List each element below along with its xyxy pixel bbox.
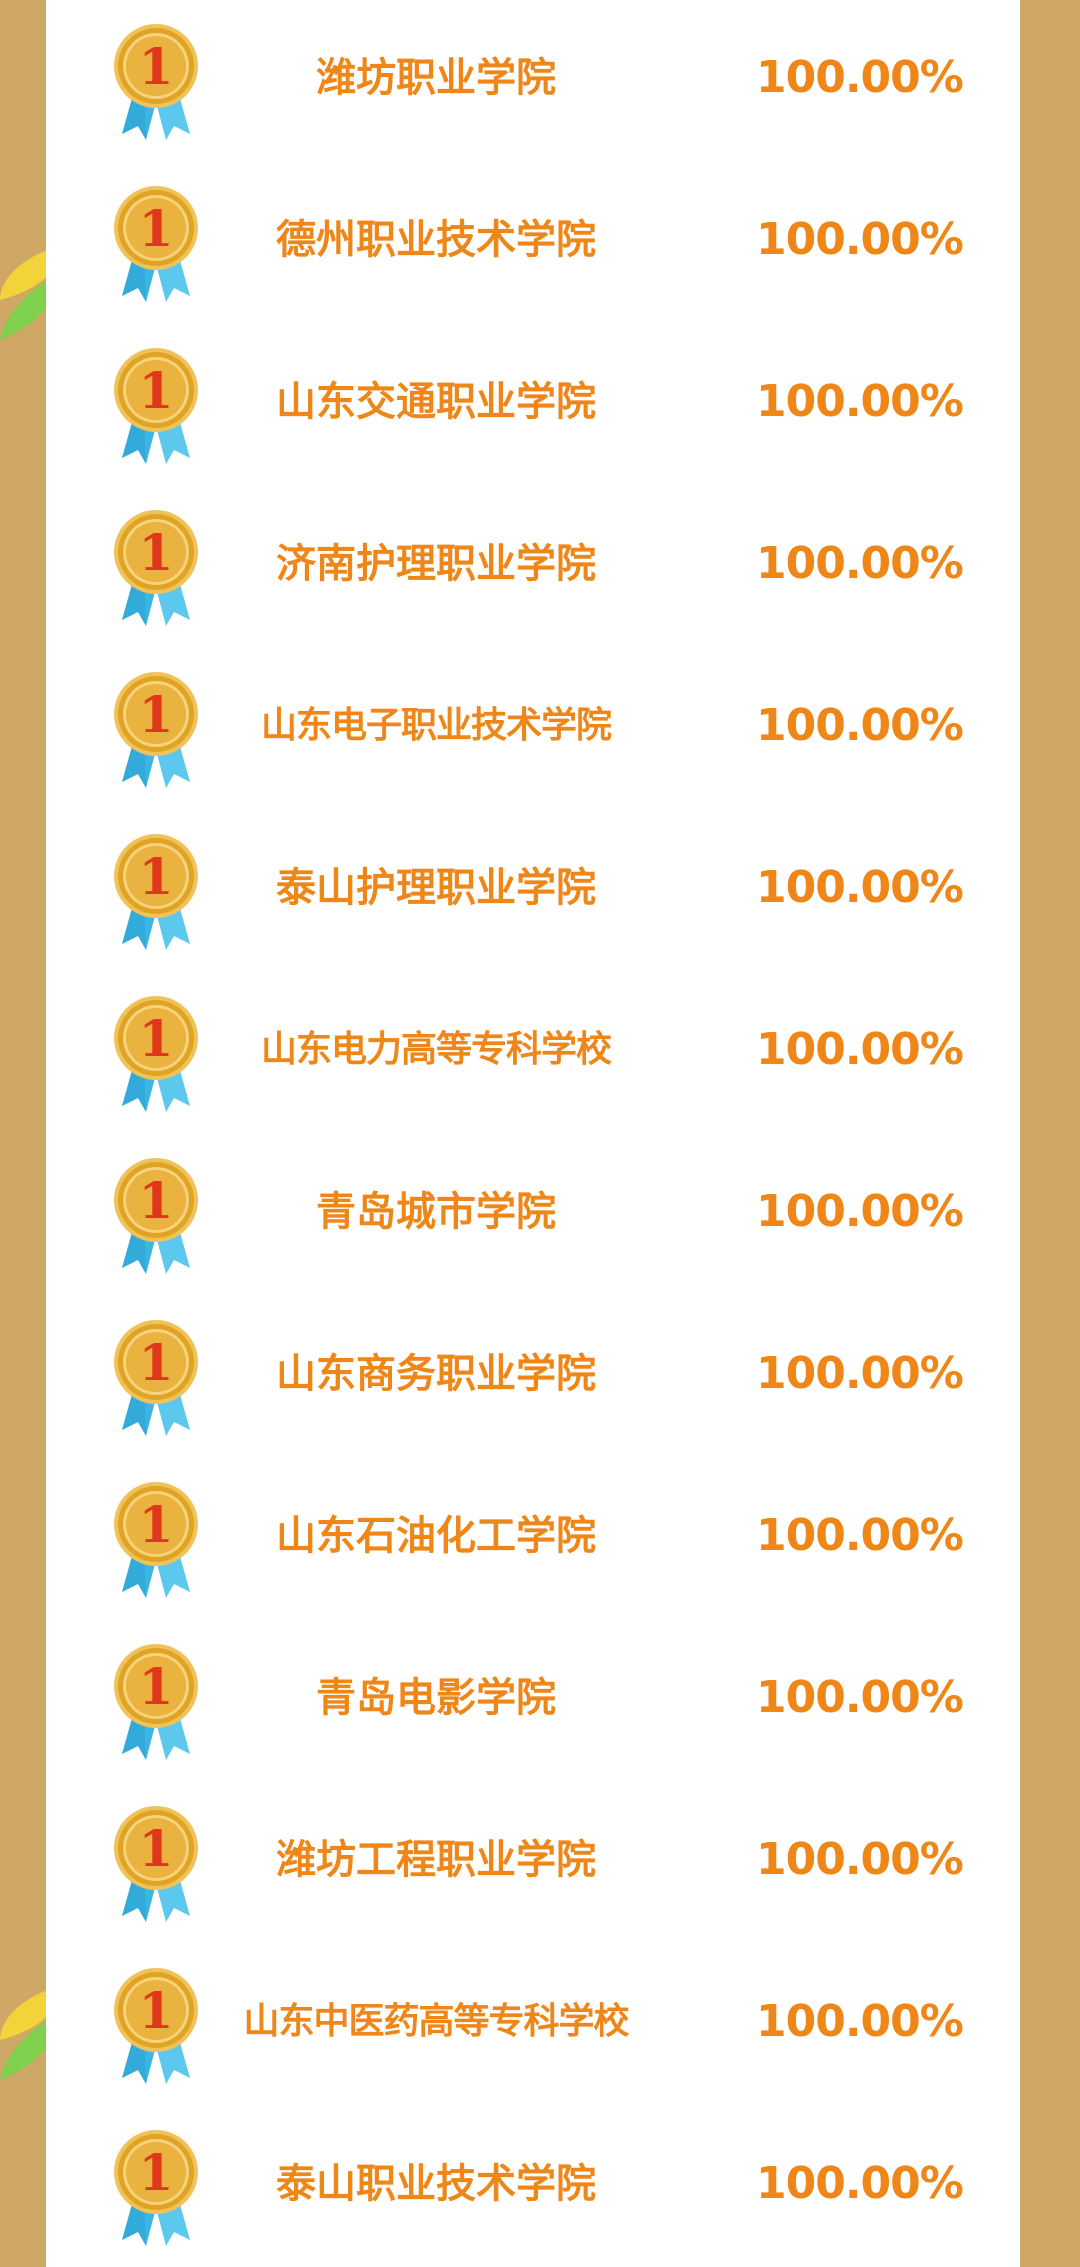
gold-medal-icon: 1 [114,24,198,140]
ranking-row: 1 德州职业技术学院 100.00% [46,184,1020,314]
svg-text:1: 1 [139,37,174,96]
ranking-row: 1 山东电力高等专科学校 100.00% [46,994,1020,1124]
svg-text:1: 1 [139,1171,174,1230]
school-name: 山东电力高等专科学校 [260,1029,612,1070]
school-name: 山东中医药高等专科学校 [243,2001,629,2042]
gold-medal-icon: 1 [114,1644,198,1760]
gold-medal-icon: 1 [114,1158,198,1274]
ranking-panel: 1 潍坊职业学院 100.00% 1 德州职业技术学院 100.00% 1 山东… [46,0,1020,2267]
pass-rate: 100.00% [756,376,964,427]
ranking-row: 1 潍坊工程职业学院 100.00% [46,1804,1020,1934]
svg-text:1: 1 [139,685,174,744]
gold-medal-icon: 1 [114,1482,198,1598]
school-name: 山东电子职业技术学院 [260,705,612,746]
svg-text:1: 1 [139,199,174,258]
school-name: 德州职业技术学院 [276,217,596,263]
gold-medal-icon: 1 [114,1320,198,1436]
ranking-row: 1 山东商务职业学院 100.00% [46,1318,1020,1448]
gold-medal-icon: 1 [114,2130,198,2246]
pass-rate: 100.00% [756,214,964,265]
leaf-decoration-icon [0,1990,48,2080]
gold-medal-icon: 1 [114,1806,198,1922]
school-name: 济南护理职业学院 [276,541,596,587]
pass-rate: 100.00% [756,1672,964,1723]
gold-medal-icon: 1 [114,186,198,302]
pass-rate: 100.00% [756,1834,964,1885]
svg-text:1: 1 [139,1495,174,1554]
svg-text:1: 1 [139,1981,174,2040]
svg-text:1: 1 [139,1657,174,1716]
pass-rate: 100.00% [756,2158,964,2209]
pass-rate: 100.00% [756,1186,964,1237]
school-name: 青岛电影学院 [316,1675,556,1721]
school-name: 山东商务职业学院 [276,1351,596,1397]
svg-text:1: 1 [139,1333,174,1392]
gold-medal-icon: 1 [114,834,198,950]
school-name: 山东交通职业学院 [276,379,596,425]
pass-rate: 100.00% [756,538,964,589]
ranking-row: 1 青岛城市学院 100.00% [46,1156,1020,1286]
school-name: 山东石油化工学院 [276,1513,596,1559]
ranking-row: 1 青岛电影学院 100.00% [46,1642,1020,1772]
leaf-decoration-icon [0,250,48,340]
svg-text:1: 1 [139,523,174,582]
svg-text:1: 1 [139,1819,174,1878]
ranking-row: 1 济南护理职业学院 100.00% [46,508,1020,638]
gold-medal-icon: 1 [114,672,198,788]
pass-rate: 100.00% [756,1996,964,2047]
ranking-row: 1 山东电子职业技术学院 100.00% [46,670,1020,800]
school-name: 青岛城市学院 [316,1189,556,1235]
pass-rate: 100.00% [756,1510,964,1561]
school-name: 泰山护理职业学院 [276,865,596,911]
svg-text:1: 1 [139,361,174,420]
gold-medal-icon: 1 [114,996,198,1112]
ranking-row: 1 山东交通职业学院 100.00% [46,346,1020,476]
pass-rate: 100.00% [756,1348,964,1399]
ranking-row: 1 泰山护理职业学院 100.00% [46,832,1020,962]
ranking-row: 1 山东中医药高等专科学校 100.00% [46,1966,1020,2096]
ranking-row: 1 潍坊职业学院 100.00% [46,22,1020,152]
svg-text:1: 1 [139,1009,174,1068]
pass-rate: 100.00% [756,862,964,913]
school-name: 泰山职业技术学院 [276,2161,596,2207]
ranking-row: 1 山东石油化工学院 100.00% [46,1480,1020,1610]
gold-medal-icon: 1 [114,1968,198,2084]
ranking-row: 1 泰山职业技术学院 100.00% [46,2128,1020,2258]
school-name: 潍坊工程职业学院 [276,1837,596,1883]
svg-text:1: 1 [139,2143,174,2202]
pass-rate: 100.00% [756,52,964,103]
pass-rate: 100.00% [756,700,964,751]
school-name: 潍坊职业学院 [316,55,556,101]
gold-medal-icon: 1 [114,348,198,464]
svg-text:1: 1 [139,847,174,906]
pass-rate: 100.00% [756,1024,964,1075]
gold-medal-icon: 1 [114,510,198,626]
